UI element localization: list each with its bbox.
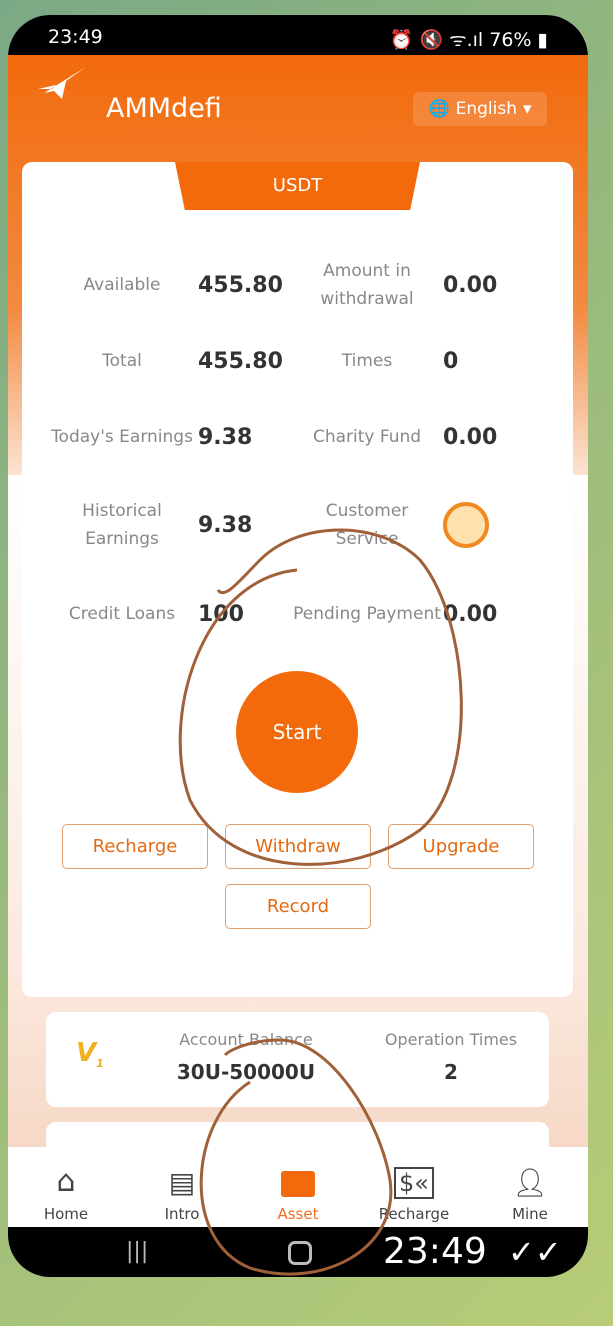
message-time: 23:49 [383,1231,487,1272]
nav-intro[interactable]: ▤ Intro [124,1147,240,1227]
nav-label: Asset [277,1205,319,1223]
nav-label: Recharge [378,1205,450,1223]
brand-name: AMMdefi [106,93,222,124]
stat-label: Available [83,275,161,295]
stat-label: Times [341,351,393,371]
stat-label: Credit Loans [68,604,176,624]
stat-label: Charity Fund [312,427,422,447]
caret-down-icon: ▾ [523,99,532,119]
stat-label: Pending Payment [293,604,441,624]
user-icon: 👤︎ [512,1166,548,1199]
stat-value: 455.80 [198,348,283,374]
read-checkmarks-icon: ✓✓ [508,1233,562,1271]
language-selector[interactable]: 🌐 English ▾ [413,92,547,126]
dollar-recharge-icon: $« [394,1167,434,1199]
recharge-button[interactable]: Recharge [62,824,208,869]
stat-label: Total [102,351,142,371]
start-button[interactable]: Start [236,671,358,793]
stat-value: 100 [198,601,244,627]
asset-card: USDT Available 455.80 Amount in withdrawal… [22,162,573,997]
nav-recharge[interactable]: $« Recharge [356,1147,472,1227]
record-button[interactable]: Record [225,884,371,929]
operation-times-label: Operation Times [384,1030,518,1049]
stat-label: Historical Earnings [82,501,162,549]
language-label: English [455,99,517,119]
stat-value: 9.38 [198,512,253,538]
status-time: 23:49 [48,26,103,48]
tab-usdt[interactable]: USDT [175,162,420,210]
bottom-nav: ⌂ Home ▤ Intro Asset $« Recharge 👤︎ Mine [8,1147,588,1227]
withdraw-button[interactable]: Withdraw [225,824,371,869]
nav-home[interactable]: ⌂ Home [8,1147,124,1227]
globe-icon: 🌐 [428,99,450,119]
logo-icon [38,67,86,99]
stat-value: 455.80 [198,272,283,298]
nav-asset[interactable]: Asset [240,1147,356,1227]
stat-value: 0 [443,348,459,374]
status-icons: ⏰ 🔇 ᯤ.ıl 76% ▮ [389,29,548,51]
phone-screen: 23:49 ⏰ 🔇 ᯤ.ıl 76% ▮ AMMdefi 🌐 English ▾… [8,15,588,1277]
level-card: V1 Account Balance 30U-50000U Operation … [46,1012,549,1107]
battery-level: 76% [489,29,532,51]
nav-mine[interactable]: 👤︎ Mine [472,1147,588,1227]
operation-times-value: 2 [444,1060,458,1084]
balance-value: 30U-50000U [176,1060,316,1084]
stat-label: Customer Service [325,501,409,549]
nav-label: Home [43,1205,89,1223]
stat-label: Today's Earnings [51,427,193,447]
nav-label: Intro [164,1205,200,1223]
recent-apps-button[interactable]: ||| [126,1239,148,1264]
stat-value: 0.00 [443,601,498,627]
balance-label: Account Balance [179,1030,313,1049]
book-icon: ▤ [168,1166,196,1199]
stat-value: 0.00 [443,424,498,450]
stat-value: 0.00 [443,272,498,298]
customer-service-icon[interactable] [443,495,489,555]
stat-value: 9.38 [198,424,253,450]
v1-badge-icon: V1 [76,1038,104,1071]
system-nav-bar: ||| 23:49 ✓✓ [8,1227,588,1277]
upgrade-button[interactable]: Upgrade [388,824,534,869]
home-icon: ⌂ [56,1164,76,1199]
stat-label: Amount in withdrawal [320,261,414,309]
nav-label: Mine [512,1205,548,1223]
status-bar: 23:49 ⏰ 🔇 ᯤ.ıl 76% ▮ [8,15,588,55]
wallet-icon [281,1171,315,1197]
home-button[interactable] [288,1241,312,1265]
